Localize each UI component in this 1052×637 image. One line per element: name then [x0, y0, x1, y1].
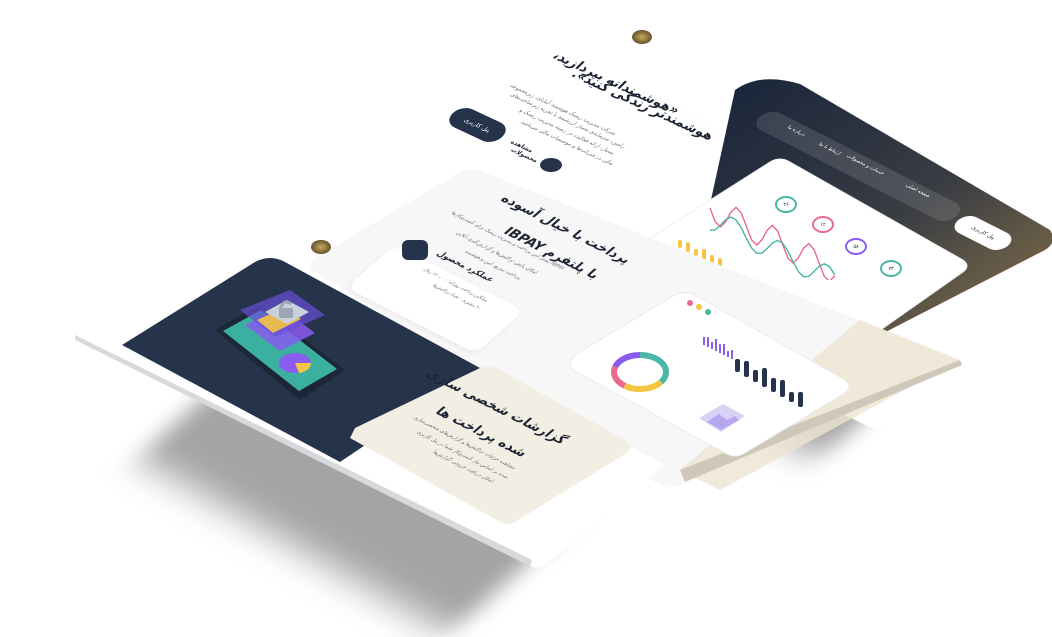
reports-mini-bar: [715, 339, 717, 351]
reports-mini-bar: [719, 344, 721, 353]
reports-bar: [762, 368, 767, 387]
reports-section-plate: [75, 246, 665, 568]
reports-bar: [735, 359, 740, 372]
reports-mini-bar: [727, 351, 729, 357]
reports-mini-bar: [731, 349, 733, 359]
reports-mini-bar: [723, 344, 725, 355]
logo-icon: [632, 30, 652, 44]
logo-icon-2: [311, 240, 331, 254]
reports-bar: [789, 391, 794, 402]
reports-bar: [771, 377, 776, 392]
reports-bar: [753, 370, 758, 382]
mockup-stage: «هوشمندانه بپردازید، هوشمندتر زندگی کنید…: [0, 0, 1052, 637]
reports-bar: [744, 361, 749, 377]
reports-mini-bar: [707, 337, 709, 347]
reports-bar: [798, 391, 803, 407]
reports-bar: [780, 379, 785, 397]
reports-mini-bar: [711, 342, 713, 349]
image-icon: [699, 404, 745, 432]
reports-mini-bar: [703, 337, 705, 345]
lock-icon: [265, 300, 309, 324]
